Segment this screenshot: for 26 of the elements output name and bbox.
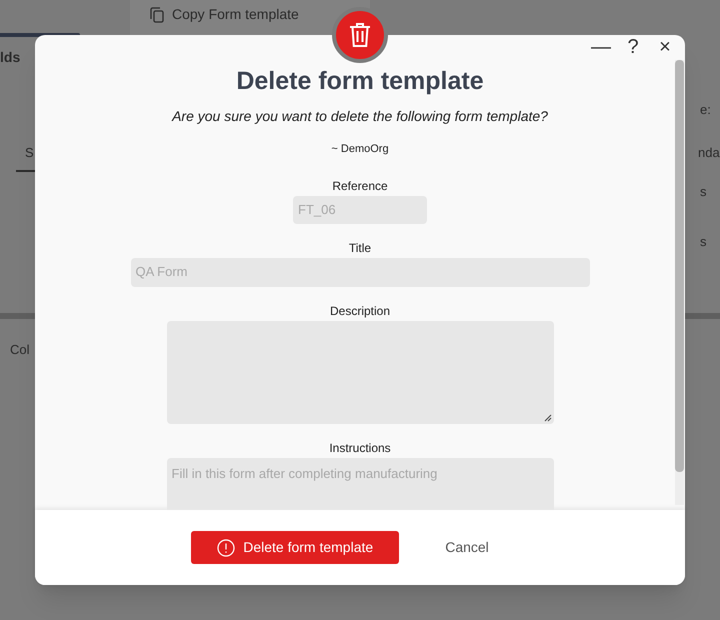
toolbar-label: Col [10,341,30,359]
minimize-button[interactable]: — [591,37,611,57]
organisation-name: ~ DemoOrg [331,142,389,157]
table-cell-text: s [700,183,706,201]
field-label: e: [700,101,711,119]
alert-icon [217,538,236,556]
field-label: Title [348,240,372,256]
column-header: S [25,144,34,162]
copy-icon [150,6,164,22]
table-cell-text: s [700,233,706,251]
dialog-title: Delete form template [236,66,484,97]
help-button[interactable]: ? [623,37,643,57]
confirmation-text: Are you sure you want to delete the following form template? [172,107,548,126]
delete-button[interactable]: Delete form template [191,531,400,564]
column-header: nda [698,144,720,162]
input-field: QA Form [130,258,590,286]
menu-item[interactable]: Copy Form template [172,4,299,25]
trash-icon [349,22,371,48]
field-label: Reference [332,178,388,194]
close-button[interactable]: × [655,37,675,57]
field-label: Description [330,302,390,320]
cancel-button[interactable]: Cancel [425,531,509,564]
input-field: FT_06 [293,196,427,224]
text-area: Fill in this form after completing manufacturing [166,458,554,510]
tab-label: lds [0,48,20,67]
field-label: Instructions [329,440,391,456]
